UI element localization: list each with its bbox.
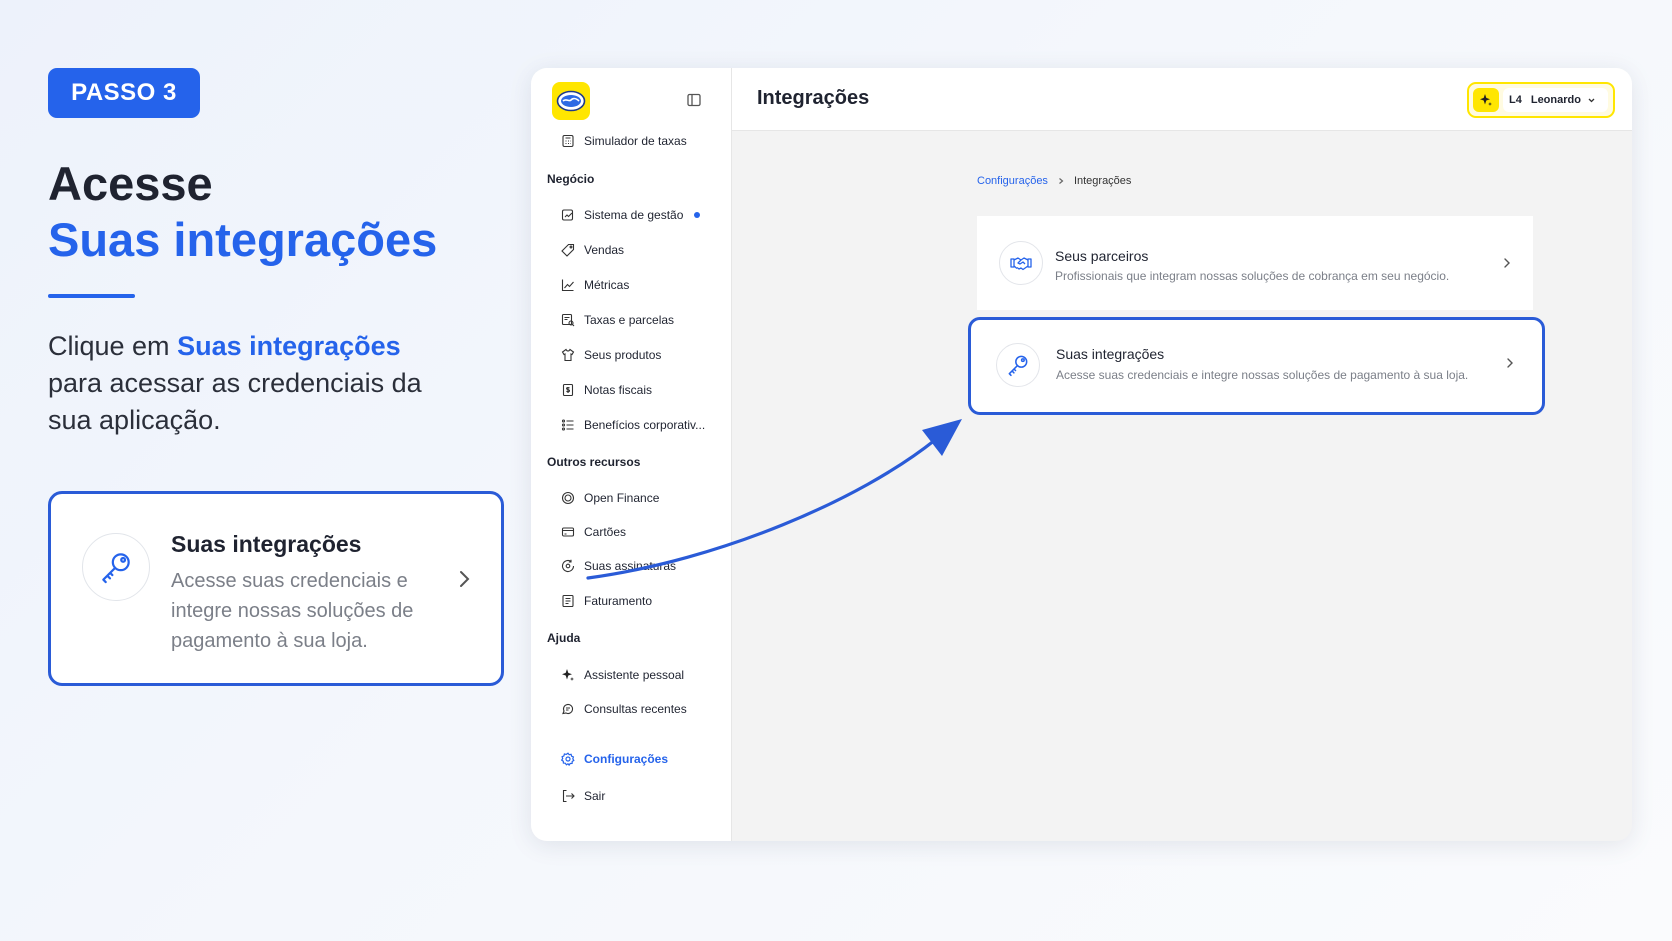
sidebar-item-label: Vendas: [584, 243, 625, 257]
breadcrumb-current: Integrações: [1073, 175, 1132, 187]
card-icon: [561, 527, 575, 537]
card-description: Profissionais que integram nossas soluçõ…: [1055, 269, 1450, 283]
sidebar-item-open-finance[interactable]: Open Finance: [561, 487, 659, 509]
key-icon: [82, 533, 150, 601]
card-description: Acesse suas credenciais e integre nossas…: [1056, 368, 1469, 382]
billing-icon: [562, 594, 574, 608]
invoice-icon: [562, 383, 574, 397]
sidebar-item-label: Métricas: [584, 278, 630, 292]
callout-description: Acesse suas credenciais e integre nossas…: [171, 570, 414, 652]
calculator-icon: [562, 134, 574, 148]
breadcrumb: Configurações Integrações: [977, 175, 1131, 187]
open-finance-icon: [561, 491, 575, 505]
card-suas-integracoes[interactable]: Suas integrações Acesse suas credenciais…: [968, 317, 1545, 415]
receipt-search-icon: [561, 313, 575, 327]
user-area: L4 Leonardo: [1467, 82, 1615, 118]
card-seus-parceiros[interactable]: Seus parceiros Profissionais que integra…: [977, 216, 1533, 310]
sidebar-item-taxas[interactable]: Taxas e parcelas: [561, 309, 674, 331]
chevron-right-icon: [1505, 356, 1515, 375]
sidebar-item-label: Suas assinaturas: [584, 559, 677, 573]
handshake-icon: [999, 241, 1043, 285]
callout-title: Suas integrações: [171, 531, 362, 557]
new-indicator-dot: [694, 212, 701, 218]
instruction-suffix: para acessar as credenciais da sua aplic…: [48, 368, 422, 435]
sidebar-item-notas-fiscais[interactable]: Notas fiscais: [561, 379, 652, 401]
sidebar-item-configuracoes[interactable]: Configurações: [561, 748, 668, 770]
sidebar-item-label: Faturamento: [584, 594, 653, 608]
user-menu-button[interactable]: L4 Leonardo: [1503, 88, 1608, 112]
instruction-text: Clique em Suas integrações para acessar …: [48, 328, 448, 439]
headline: Acesse Suas integrações: [48, 156, 437, 268]
sidebar-item-label: Configurações: [584, 752, 669, 766]
headline-line2: Suas integrações: [48, 213, 438, 266]
list-icon: [561, 419, 574, 431]
chevron-right-icon: [1502, 256, 1512, 275]
sidebar-item-metricas[interactable]: Métricas: [561, 274, 629, 296]
logout-icon: [562, 789, 575, 803]
sidebar-section-negocio: Negócio: [547, 172, 595, 186]
sidebar-item-assinaturas[interactable]: Suas assinaturas: [561, 555, 676, 577]
card-title: Suas integrações: [1056, 346, 1165, 362]
page-title: Integrações: [757, 87, 870, 109]
callout-card-suas-integracoes: Suas integrações Acesse suas credenciais…: [48, 491, 504, 686]
sidebar: Simulador de taxas Negócio Sistema de ge…: [531, 68, 732, 841]
instruction-prefix: Clique em: [48, 331, 178, 361]
chevron-right-icon: [457, 569, 471, 594]
app-window: Simulador de taxas Negócio Sistema de ge…: [531, 68, 1632, 841]
sidebar-item-label: Consultas recentes: [584, 702, 687, 716]
assistant-button[interactable]: [1473, 88, 1499, 112]
gear-icon: [561, 752, 575, 766]
sidebar-item-label: Simulador de taxas: [584, 134, 687, 148]
sidebar-item-vendas[interactable]: Vendas: [561, 239, 624, 261]
sidebar-section-ajuda: Ajuda: [547, 631, 581, 645]
headline-line1: Acesse: [48, 157, 213, 210]
sidebar-item-simulador[interactable]: Simulador de taxas: [561, 130, 687, 152]
sidebar-item-label: Sistema de gestão: [584, 208, 684, 222]
top-bar: Integrações L4 Leonardo: [732, 68, 1632, 131]
instruction-highlight: Suas integrações: [177, 331, 401, 361]
avatar-initials: L4: [1509, 94, 1522, 106]
sidebar-item-label: Taxas e parcelas: [584, 313, 675, 327]
tag-icon: [561, 243, 575, 257]
sidebar-item-label: Notas fiscais: [584, 383, 653, 397]
card-title: Seus parceiros: [1055, 248, 1149, 264]
sidebar-item-produtos[interactable]: Seus produtos: [561, 344, 661, 366]
sidebar-item-assistente[interactable]: Assistente pessoal: [561, 664, 684, 686]
sidebar-item-label: Open Finance: [584, 491, 660, 505]
sidebar-item-label: Sair: [584, 789, 606, 803]
chevron-down-icon: [1588, 98, 1595, 102]
sidebar-item-label: Assistente pessoal: [584, 668, 685, 682]
chart-edit-icon: [561, 209, 574, 221]
key-icon: [996, 343, 1040, 387]
sidebar-item-beneficios[interactable]: Benefícios corporativ...: [561, 414, 705, 436]
sidebar-section-outros: Outros recursos: [547, 455, 641, 469]
sidebar-item-cartoes[interactable]: Cartões: [561, 521, 626, 543]
sparkle-icon: [1480, 94, 1492, 106]
sidebar-item-faturamento[interactable]: Faturamento: [561, 590, 652, 612]
user-name: Leonardo: [1530, 94, 1581, 106]
step-badge: PASSO 3: [48, 68, 200, 118]
sidebar-item-sair[interactable]: Sair: [561, 785, 605, 807]
divider: [48, 294, 135, 298]
sidebar-item-label: Cartões: [584, 525, 627, 539]
sidebar-item-label: Benefícios corporativ...: [584, 418, 706, 432]
sidebar-item-consultas[interactable]: Consultas recentes: [561, 698, 687, 720]
sidebar-collapse-icon[interactable]: [686, 92, 702, 108]
subscription-icon: [561, 559, 575, 572]
line-chart-icon: [561, 279, 574, 292]
mercado-pago-logo[interactable]: [552, 82, 590, 120]
chevron-right-icon: [1059, 178, 1064, 184]
sidebar-item-label: Seus produtos: [584, 348, 662, 362]
chat-icon: [562, 703, 574, 715]
sparkle-icon: [562, 669, 574, 681]
breadcrumb-configuracoes[interactable]: Configurações: [977, 175, 1048, 187]
shirt-icon: [561, 348, 575, 362]
sidebar-item-sistema-gestao[interactable]: Sistema de gestão: [561, 204, 701, 226]
